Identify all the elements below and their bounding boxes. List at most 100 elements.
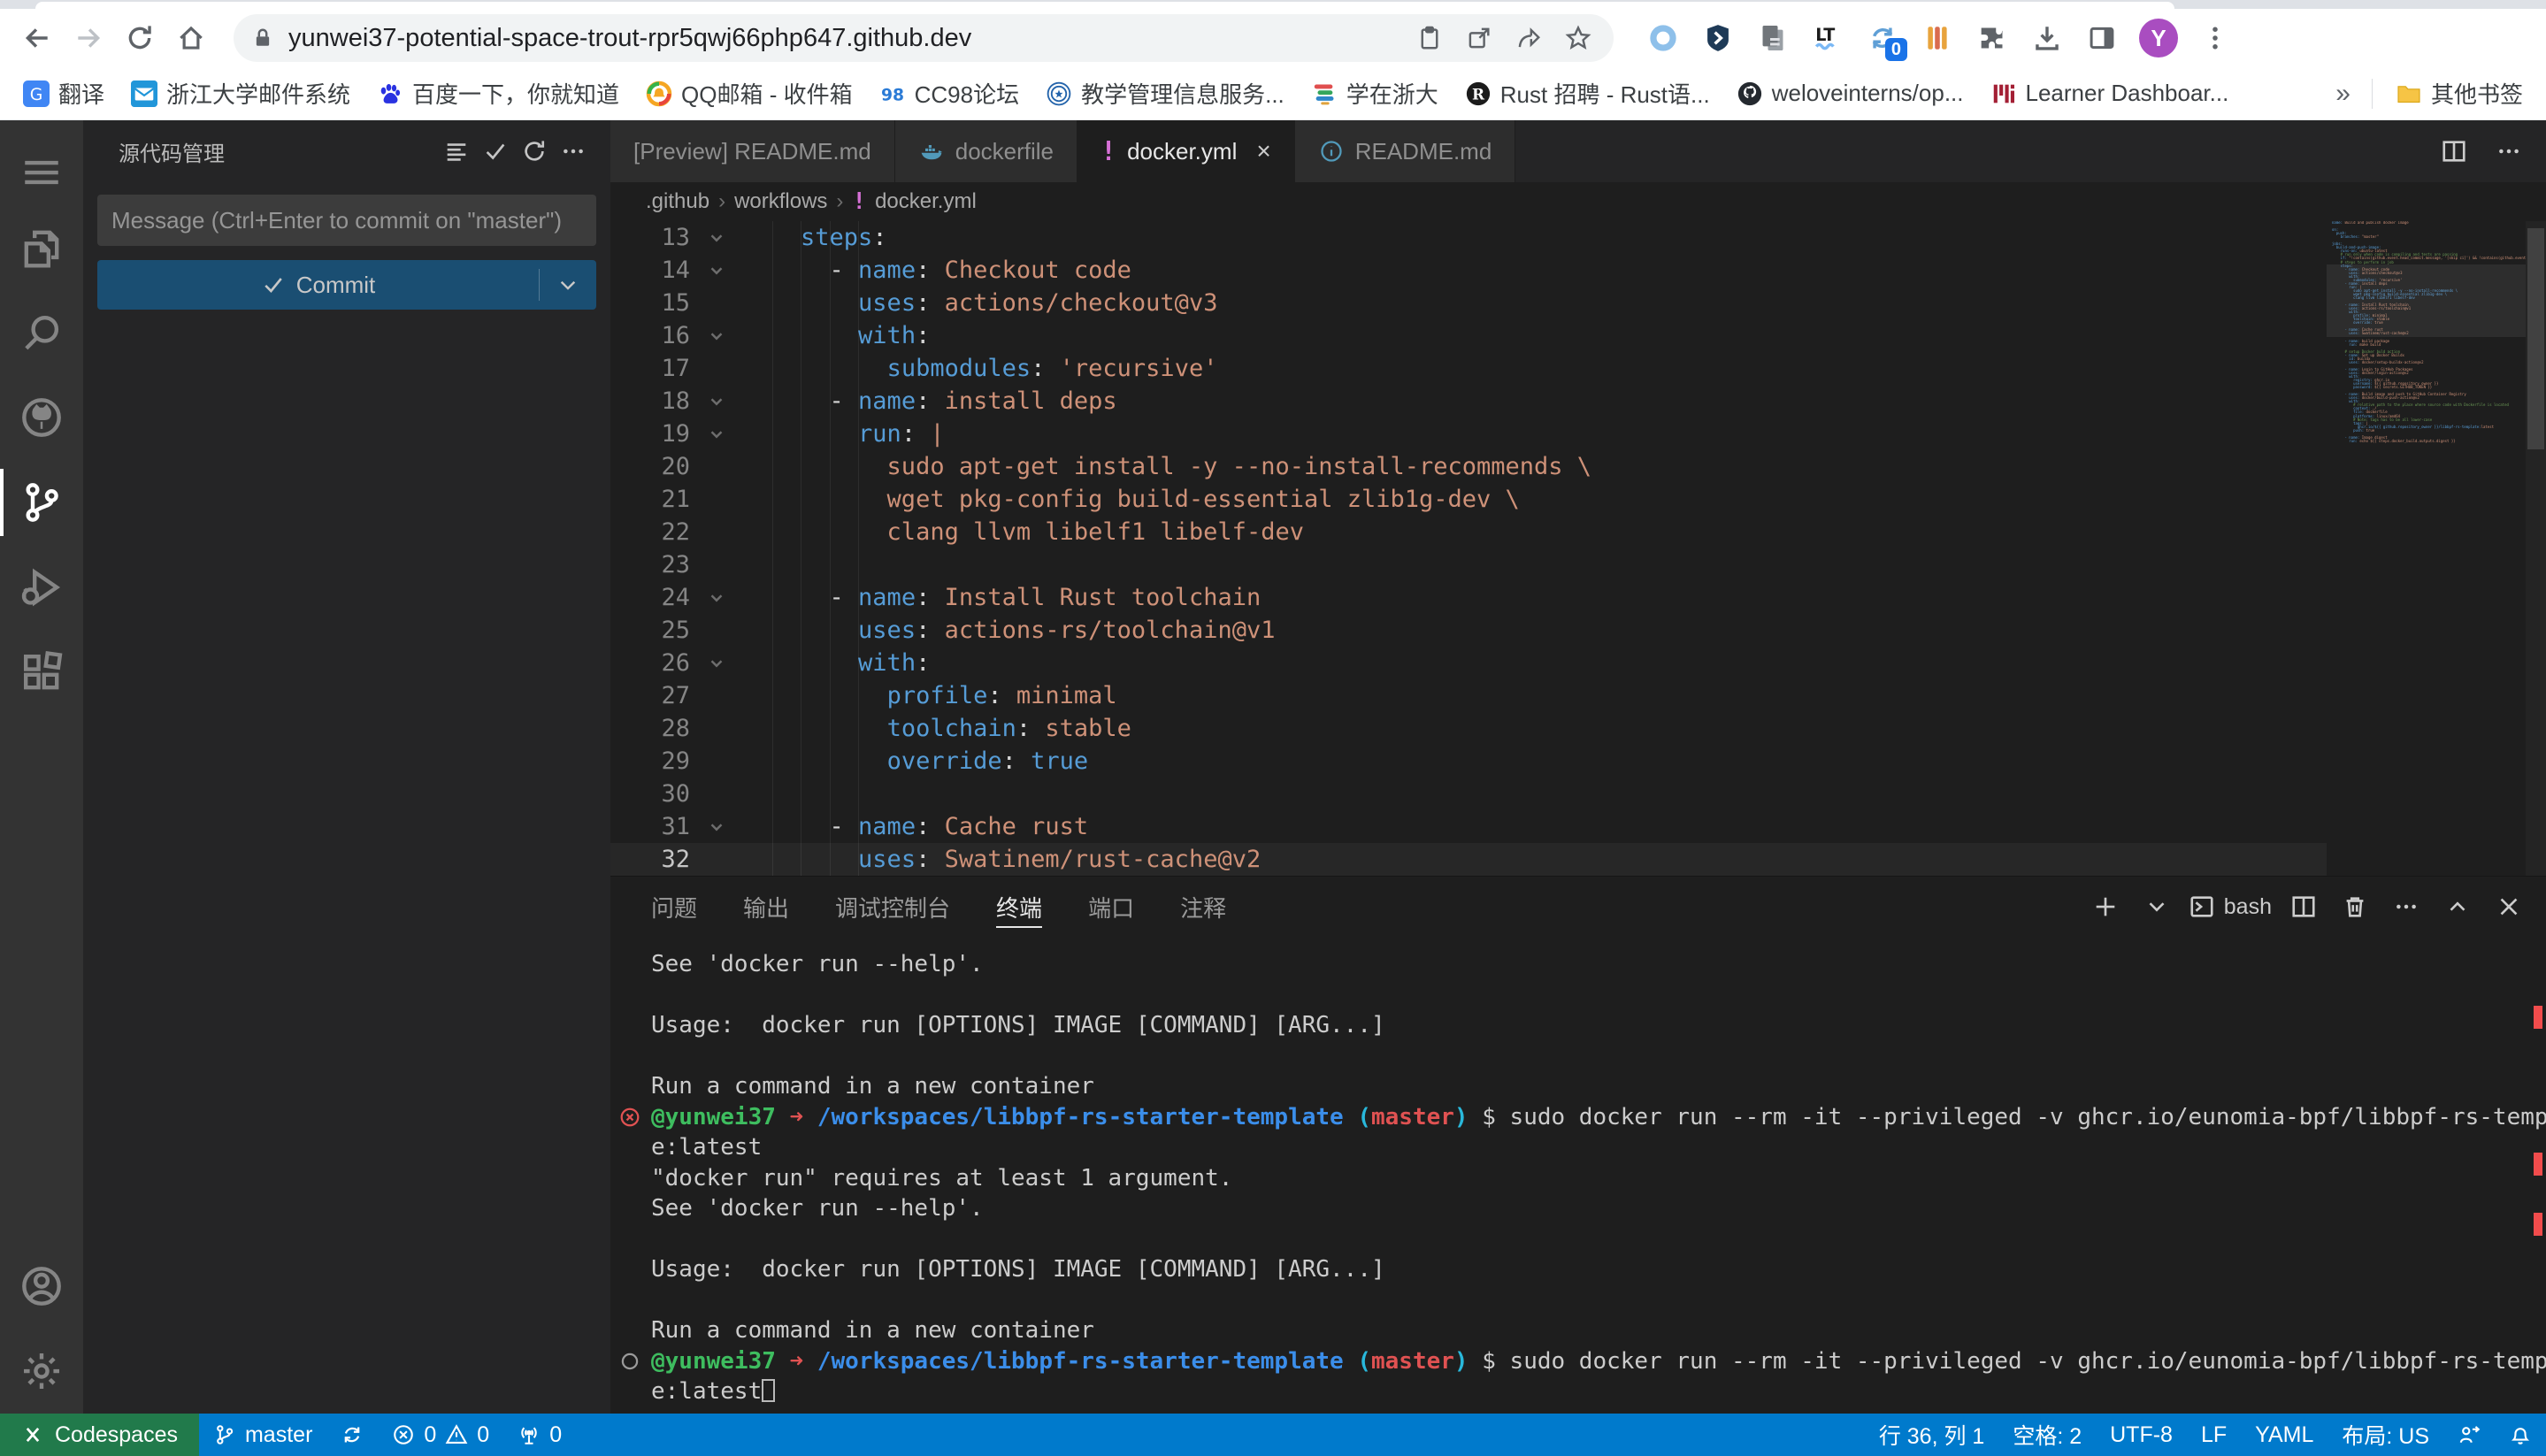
bookmark-star-icon[interactable] [1561, 20, 1596, 56]
code-line[interactable]: 21 wget pkg-config build-essential zlib1… [610, 483, 2327, 516]
browser-active-tab[interactable] [35, 2, 2174, 9]
view-list-icon[interactable] [437, 132, 476, 171]
bookmarks-overflow-chevron[interactable]: » [2327, 79, 2359, 109]
more-icon[interactable] [2387, 887, 2426, 926]
encoding[interactable]: UTF-8 [2096, 1414, 2187, 1456]
breadcrumb-item[interactable]: workflows [734, 189, 827, 214]
ring-extension-icon[interactable] [1645, 20, 1681, 56]
code-line[interactable]: 23 [610, 548, 2327, 581]
ports-status[interactable]: 0 [503, 1414, 576, 1456]
bookmark-item[interactable]: 98CC98论坛 [869, 72, 1030, 115]
code-line[interactable]: 13 steps: [610, 221, 2327, 254]
code-line[interactable]: 32 uses: Swatinem/rust-cache@v2 [610, 843, 2327, 876]
copy-pages-extension-icon[interactable] [1755, 20, 1791, 56]
commit-dropdown[interactable] [540, 273, 596, 296]
activity-source-control[interactable] [0, 460, 83, 545]
tab-readme-md[interactable]: README.md [1295, 120, 1516, 182]
split-terminal-icon[interactable] [2284, 887, 2323, 926]
activity-settings[interactable] [0, 1329, 83, 1414]
commit-check-icon[interactable] [476, 132, 515, 171]
shell-picker[interactable]: bash [2189, 893, 2272, 920]
code-line[interactable]: 16 with: [610, 319, 2327, 352]
refresh-button[interactable] [119, 17, 161, 59]
bookmark-item[interactable]: 浙江大学邮件系统 [120, 72, 361, 115]
scrollbar-thumb[interactable] [2527, 228, 2544, 449]
tab--preview-readme-md[interactable]: [Preview] README.md [610, 120, 895, 182]
close-icon[interactable] [2489, 887, 2528, 926]
open-in-new-icon[interactable] [1461, 20, 1497, 56]
more-icon[interactable] [554, 132, 593, 171]
remote-indicator[interactable]: Codespaces [0, 1414, 199, 1456]
bookmark-item[interactable]: 学在浙大 [1300, 72, 1449, 115]
sync-extension-icon[interactable]: 0 [1865, 20, 1900, 56]
activity-explorer[interactable] [0, 205, 83, 290]
panel-tab-问题[interactable]: 问题 [651, 877, 697, 937]
chevron-down-icon[interactable] [2137, 887, 2176, 926]
breadcrumb-item[interactable]: .github [646, 189, 709, 214]
terminal-output[interactable]: See 'docker run --help'.Usage: docker ru… [610, 937, 2546, 1414]
address-bar[interactable]: yunwei37-potential-space-trout-rpr5qwj66… [234, 14, 1614, 62]
code-line[interactable]: 24 - name: Install Rust toolchain [610, 581, 2327, 614]
bookmark-item[interactable]: G翻译 [12, 72, 115, 115]
close-icon[interactable]: × [1256, 137, 1270, 165]
sync-status[interactable] [326, 1414, 378, 1456]
fold-chevron-icon[interactable] [690, 254, 743, 287]
bookmark-item[interactable]: QQ邮箱 - 收件箱 [635, 72, 863, 115]
editor-scrollbar[interactable] [2526, 221, 2546, 876]
indentation[interactable]: 空格: 2 [1998, 1414, 2096, 1456]
code-line[interactable]: 22 clang llvm libelf1 libelf-dev [610, 516, 2327, 548]
extensions-puzzle-icon[interactable] [1975, 20, 2010, 56]
minimap[interactable]: name: Build and publish docker image on:… [2327, 221, 2526, 876]
trash-icon[interactable] [2335, 887, 2374, 926]
branch-status[interactable]: master [199, 1414, 326, 1456]
panel-tab-调试控制台[interactable]: 调试控制台 [835, 877, 950, 937]
shield-extension-icon[interactable] [1700, 20, 1736, 56]
refresh-icon[interactable] [515, 132, 554, 171]
languagetool-extension-icon[interactable]: LT [1810, 20, 1845, 56]
side-panel-icon[interactable] [2084, 20, 2120, 56]
code-line[interactable]: 14 - name: Checkout code [610, 254, 2327, 287]
bookmark-item[interactable]: Learner Dashboar... [1980, 74, 2240, 112]
downloads-icon[interactable] [2029, 20, 2065, 56]
activity-github[interactable] [0, 375, 83, 460]
panel-tab-注释[interactable]: 注释 [1180, 877, 1226, 937]
share-icon[interactable] [1511, 20, 1546, 56]
panel-tab-终端[interactable]: 终端 [996, 877, 1042, 937]
code-line[interactable]: 31 - name: Cache rust [610, 810, 2327, 843]
notifications[interactable] [2495, 1414, 2546, 1456]
feedback[interactable] [2443, 1414, 2495, 1456]
code-pane[interactable]: 13 steps:14 - name: Checkout code15 uses… [610, 221, 2327, 876]
code-line[interactable]: 25 uses: actions-rs/toolchain@v1 [610, 614, 2327, 647]
eol[interactable]: LF [2187, 1414, 2241, 1456]
activity-extensions[interactable] [0, 630, 83, 715]
code-line[interactable]: 15 uses: actions/checkout@v3 [610, 287, 2327, 319]
back-button[interactable] [16, 17, 58, 59]
code-line[interactable]: 27 profile: minimal [610, 679, 2327, 712]
panel-tab-端口[interactable]: 端口 [1088, 877, 1134, 937]
bookmark-item[interactable]: 教学管理信息服务... [1035, 72, 1295, 115]
code-line[interactable]: 17 submodules: 'recursive' [610, 352, 2327, 385]
other-bookmarks-button[interactable]: 其他书签 [2385, 72, 2534, 115]
split-editor-icon[interactable] [2435, 132, 2473, 171]
activity-search[interactable] [0, 290, 83, 375]
browser-menu-icon[interactable] [2197, 20, 2233, 56]
tab-dockerfile[interactable]: dockerfile [895, 120, 1077, 182]
language-mode[interactable]: YAML [2241, 1414, 2327, 1456]
panel-tab-输出[interactable]: 输出 [743, 877, 789, 937]
tab-docker-yml[interactable]: !docker.yml× [1077, 120, 1295, 182]
code-editor[interactable]: 13 steps:14 - name: Checkout code15 uses… [610, 221, 2546, 876]
code-line[interactable]: 29 override: true [610, 745, 2327, 778]
home-button[interactable] [170, 17, 212, 59]
code-line[interactable]: 20 sudo apt-get install -y --no-install-… [610, 450, 2327, 483]
profile-avatar[interactable]: Y [2139, 19, 2178, 57]
clipboard-icon[interactable] [1412, 20, 1447, 56]
fold-chevron-icon[interactable] [690, 385, 743, 418]
fold-chevron-icon[interactable] [690, 647, 743, 679]
bookmark-item[interactable]: weloveinterns/op... [1726, 74, 1975, 112]
cursor-position[interactable]: 行 36, 列 1 [1865, 1414, 1999, 1456]
commit-button[interactable]: Commit [97, 260, 596, 310]
activity-run-debug[interactable] [0, 545, 83, 630]
more-icon[interactable] [2489, 132, 2528, 171]
color-bars-extension-icon[interactable] [1920, 20, 1955, 56]
code-line[interactable]: 28 toolchain: stable [610, 712, 2327, 745]
